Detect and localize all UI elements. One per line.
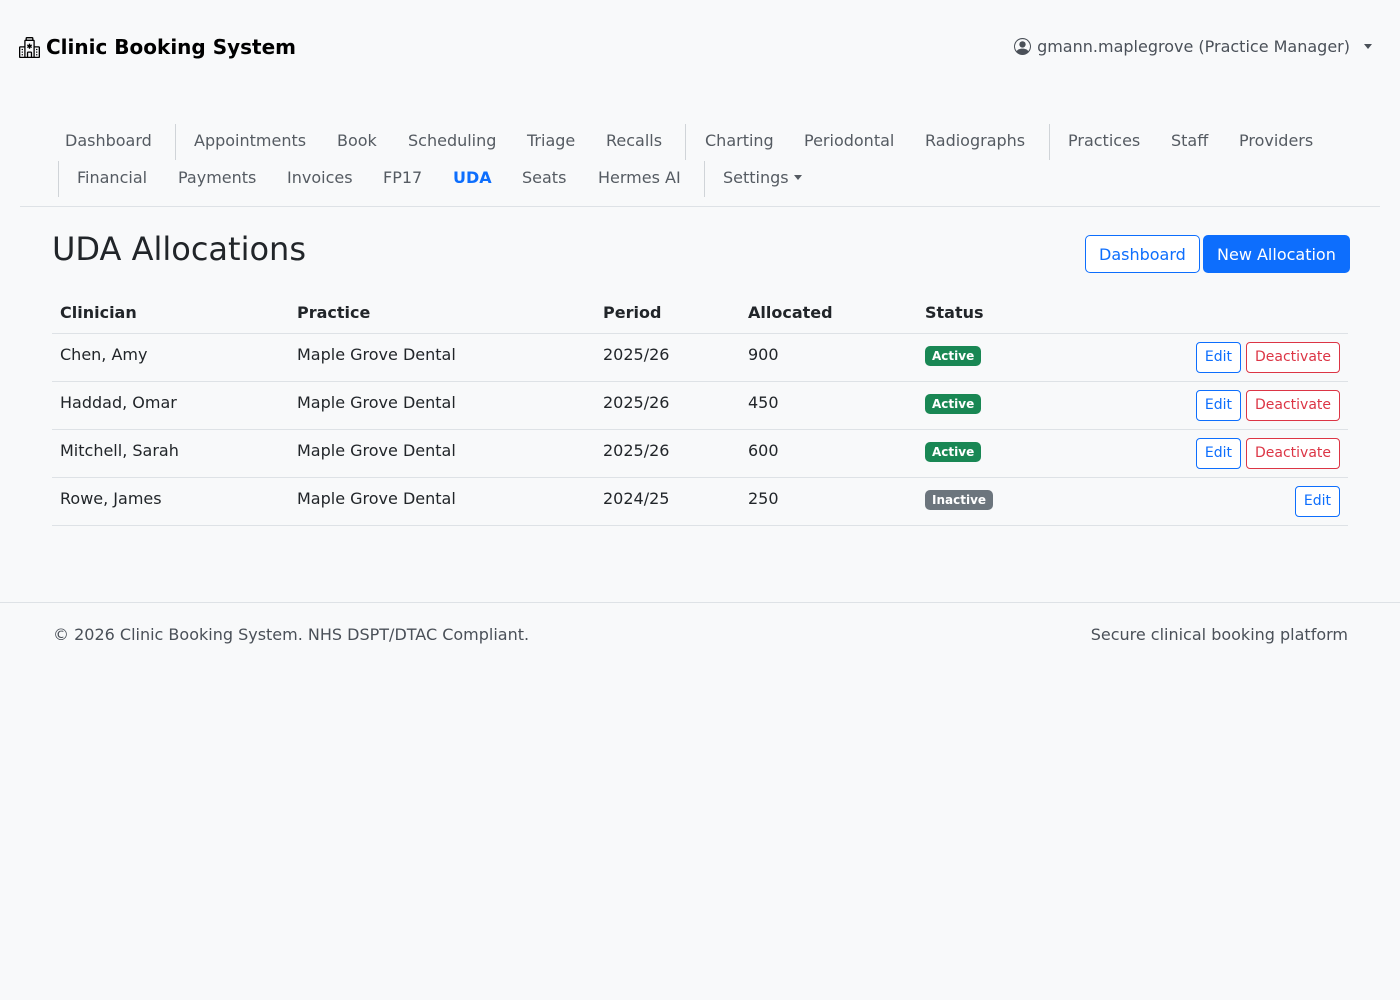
nav-book[interactable]: Book xyxy=(337,131,377,151)
nav-divider xyxy=(20,206,1380,207)
cell-actions: Edit Deactivate xyxy=(1097,333,1348,382)
nav-periodontal[interactable]: Periodontal xyxy=(804,131,894,151)
nav-uda[interactable]: UDA xyxy=(453,168,492,188)
cell-allocated: 900 xyxy=(740,333,917,382)
table-row: Rowe, James Maple Grove Dental 2024/25 2… xyxy=(52,477,1348,526)
app-title: Clinic Booking System xyxy=(46,35,297,59)
uda-allocations-table: Clinician Practice Period Allocated Stat… xyxy=(52,292,1348,526)
chevron-down-icon xyxy=(793,175,802,180)
nav-settings-label: Settings xyxy=(723,168,789,187)
nav-triage[interactable]: Triage xyxy=(527,131,575,151)
dashboard-button[interactable]: Dashboard xyxy=(1085,235,1200,273)
chevron-down-icon xyxy=(1364,44,1372,49)
cell-actions: Edit Deactivate xyxy=(1097,429,1348,478)
column-header-actions xyxy=(1097,292,1348,334)
cell-period: 2024/25 xyxy=(595,477,740,526)
footer-tagline: Secure clinical booking platform xyxy=(1090,625,1348,644)
nav-separator xyxy=(704,161,705,197)
nav-fp17[interactable]: FP17 xyxy=(383,168,422,188)
nav-invoices[interactable]: Invoices xyxy=(287,168,353,188)
column-header-period: Period xyxy=(595,292,740,334)
cell-clinician: Mitchell, Sarah xyxy=(52,429,289,478)
status-badge: Active xyxy=(925,441,982,462)
cell-period: 2025/26 xyxy=(595,429,740,478)
cell-practice: Maple Grove Dental xyxy=(289,381,595,430)
nav-financial[interactable]: Financial xyxy=(77,168,147,188)
cell-status: Inactive xyxy=(917,477,1097,526)
hospital-icon xyxy=(19,36,40,58)
nav-recalls[interactable]: Recalls xyxy=(606,131,662,151)
cell-allocated: 450 xyxy=(740,381,917,430)
cell-practice: Maple Grove Dental xyxy=(289,429,595,478)
cell-status: Active xyxy=(917,333,1097,382)
nav-seats[interactable]: Seats xyxy=(522,168,566,188)
nav-payments[interactable]: Payments xyxy=(178,168,256,188)
cell-status: Active xyxy=(917,381,1097,430)
user-circle-icon xyxy=(1014,38,1032,55)
new-allocation-button[interactable]: New Allocation xyxy=(1203,235,1350,273)
footer-divider xyxy=(0,602,1400,603)
cell-allocated: 600 xyxy=(740,429,917,478)
column-header-status: Status xyxy=(917,292,1097,334)
cell-clinician: Rowe, James xyxy=(52,477,289,526)
cell-practice: Maple Grove Dental xyxy=(289,333,595,382)
cell-clinician: Chen, Amy xyxy=(52,333,289,382)
edit-button[interactable]: Edit xyxy=(1195,341,1241,373)
table-row: Haddad, Omar Maple Grove Dental 2025/26 … xyxy=(52,381,1348,430)
cell-status: Active xyxy=(917,429,1097,478)
deactivate-button[interactable]: Deactivate xyxy=(1245,341,1340,373)
nav-providers[interactable]: Providers xyxy=(1239,131,1313,151)
nav-settings-dropdown[interactable]: Settings xyxy=(723,168,802,188)
nav-practices[interactable]: Practices xyxy=(1068,131,1140,151)
cell-actions: Edit xyxy=(1097,477,1348,526)
column-header-allocated: Allocated xyxy=(740,292,917,334)
cell-clinician: Haddad, Omar xyxy=(52,381,289,430)
nav-separator xyxy=(685,124,686,160)
deactivate-button[interactable]: Deactivate xyxy=(1245,437,1340,469)
nav-dashboard[interactable]: Dashboard xyxy=(65,131,152,151)
cell-practice: Maple Grove Dental xyxy=(289,477,595,526)
status-badge: Active xyxy=(925,345,982,366)
edit-button[interactable]: Edit xyxy=(1195,389,1241,421)
table-row: Chen, Amy Maple Grove Dental 2025/26 900… xyxy=(52,333,1348,382)
nav-charting[interactable]: Charting xyxy=(705,131,774,151)
nav-appointments[interactable]: Appointments xyxy=(194,131,306,151)
nav-hermes-ai[interactable]: Hermes AI xyxy=(598,168,681,188)
nav-separator xyxy=(58,161,59,197)
column-header-practice: Practice xyxy=(289,292,595,334)
nav-scheduling[interactable]: Scheduling xyxy=(408,131,496,151)
edit-button[interactable]: Edit xyxy=(1195,437,1241,469)
cell-period: 2025/26 xyxy=(595,381,740,430)
nav-radiographs[interactable]: Radiographs xyxy=(925,131,1025,151)
nav-staff[interactable]: Staff xyxy=(1171,131,1208,151)
status-badge: Inactive xyxy=(925,489,994,510)
nav-separator xyxy=(1049,124,1050,160)
column-header-clinician: Clinician xyxy=(52,292,289,334)
table-header-row: Clinician Practice Period Allocated Stat… xyxy=(52,292,1348,334)
status-badge: Active xyxy=(925,393,982,414)
deactivate-button[interactable]: Deactivate xyxy=(1245,389,1340,421)
cell-actions: Edit Deactivate xyxy=(1097,381,1348,430)
edit-button[interactable]: Edit xyxy=(1294,485,1340,517)
brand[interactable]: Clinic Booking System xyxy=(19,35,296,59)
footer-copyright: © 2026 Clinic Booking System. NHS DSPT/D… xyxy=(53,625,530,644)
top-bar: Clinic Booking System gmann.maplegrove (… xyxy=(0,0,1400,95)
table-row: Mitchell, Sarah Maple Grove Dental 2025/… xyxy=(52,429,1348,478)
page-title: UDA Allocations xyxy=(52,230,306,268)
user-menu[interactable]: gmann.maplegrove (Practice Manager) xyxy=(1014,37,1372,56)
user-menu-label: gmann.maplegrove (Practice Manager) xyxy=(1037,37,1350,56)
cell-allocated: 250 xyxy=(740,477,917,526)
nav-separator xyxy=(175,124,176,160)
cell-period: 2025/26 xyxy=(595,333,740,382)
